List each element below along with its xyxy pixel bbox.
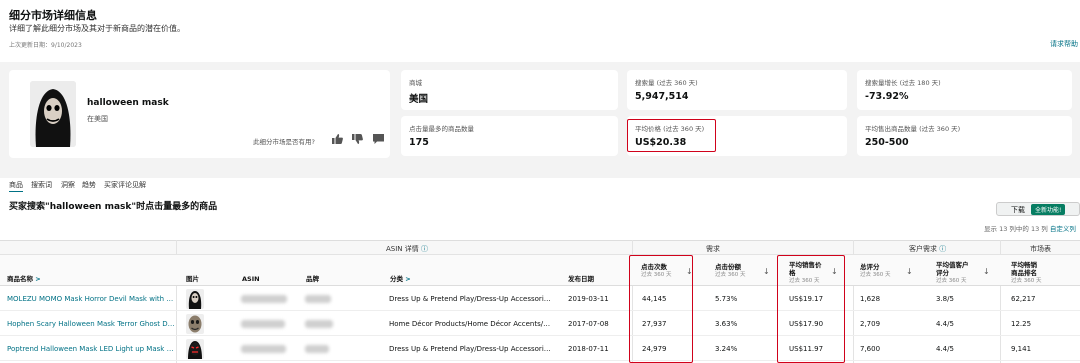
product-thumbnail [186, 314, 204, 334]
asin-redacted [241, 295, 287, 303]
col-category[interactable]: 分类 > [390, 275, 411, 283]
group-demand: 需求 [706, 245, 720, 253]
category-cell: Dress Up & Pretend Play/Dress-Up Accesso… [389, 345, 551, 353]
last-updated: 上次更新日期：9/10/2023 [9, 42, 82, 49]
products-section: 买家搜索"halloween mask"时点击量最多的商品 下载 全新功能! 显… [0, 192, 1080, 363]
tab-insights[interactable]: 洞察 [61, 180, 75, 190]
stat-average-units-sold: 平均售出商品数量 (过去 360 天) 250-500 [857, 116, 1072, 156]
page-title: 细分市场详细信息 [9, 9, 97, 22]
help-link[interactable]: 请求帮助 [1050, 39, 1078, 49]
group-customer-demand: 客户需求 ⓘ [909, 245, 947, 253]
stat-label: 搜索量增长 (过去 180 天) [865, 79, 941, 87]
stat-label: 点击量最多的商品数量 [409, 125, 474, 133]
tab-review-insights[interactable]: 买家评论见解 [104, 180, 146, 190]
thumbs-up-icon[interactable] [331, 133, 344, 145]
useful-question: 此细分市场是否有用? [253, 138, 315, 146]
product-thumbnail [186, 339, 204, 359]
col-avg-rating[interactable]: 平均值客户 评分 过去 360 天 [936, 261, 969, 285]
launch-date-cell: 2018-07-11 [568, 345, 609, 353]
category-cell: Home Décor Products/Home Décor Accents/D… [389, 320, 551, 328]
header: 细分市场详细信息 详细了解此细分市场及其对于新商品的潜在价值。 上次更新日期：9… [0, 0, 1080, 62]
highlight-clicks-column [629, 255, 693, 363]
page-subtitle: 详细了解此细分市场及其对于新商品的潜在价值。 [9, 24, 185, 33]
table-row: Hophen Scary Halloween Mask Terror Ghost… [0, 312, 1080, 336]
column-count: 显示 13 列中的 13 列 自定义列 [984, 223, 1076, 233]
customize-columns-link[interactable]: 自定义列 [1050, 225, 1076, 233]
table-row: Poptrend Halloween Mask LED Light up Mas… [0, 337, 1080, 361]
col-launch-date[interactable]: 发布日期 [568, 275, 594, 283]
asin-redacted [241, 320, 285, 328]
product-image [30, 81, 76, 147]
col-image: 图片 [186, 275, 199, 283]
niche-market: 在美国 [87, 115, 108, 123]
new-feature-badge: 全新功能! [1031, 204, 1066, 215]
sort-arrow-icon[interactable]: ↓ [763, 267, 770, 276]
col-total-reviews[interactable]: 总评分 过去 360 天 [860, 263, 891, 279]
col-brand: 品牌 [306, 275, 319, 283]
thumbs-down-icon[interactable] [351, 133, 364, 145]
highlight-price-column [777, 255, 845, 363]
sort-arrow-icon[interactable]: ↓ [983, 267, 990, 276]
product-name-link[interactable]: Hophen Scary Halloween Mask Terror Ghost… [7, 320, 175, 328]
product-card: halloween mask 在美国 此细分市场是否有用? [9, 70, 390, 158]
products-table: ASIN 详情 ⓘ 需求 客户需求 ⓘ 市场表 商品名称 > 图片 ASIN 品… [0, 240, 1080, 363]
stat-value: 175 [409, 137, 429, 148]
launch-date-cell: 2017-07-08 [568, 320, 609, 328]
comment-icon[interactable] [372, 133, 385, 145]
col-asin: ASIN [242, 275, 260, 283]
avg-bsr-cell: 9,141 [1011, 345, 1032, 353]
product-name-link[interactable]: Poptrend Halloween Mask LED Light up Mas… [7, 345, 175, 353]
product-name-link[interactable]: MOLEZU MOMO Mask Horror Devil Mask with … [7, 295, 175, 303]
col-click-share[interactable]: 点击份额 过去 360 天 [715, 263, 746, 279]
avg-bsr-cell: 62,217 [1011, 295, 1036, 303]
click-share-cell: 5.73% [715, 295, 738, 303]
table-row: MOLEZU MOMO Mask Horror Devil Mask with … [0, 287, 1080, 311]
launch-date-cell: 2019-03-11 [568, 295, 609, 303]
category-cell: Dress Up & Pretend Play/Dress-Up Accesso… [389, 295, 551, 303]
highlight-average-price [627, 119, 716, 152]
stat-label: 平均售出商品数量 (过去 360 天) [865, 125, 961, 133]
column-header-row: 商品名称 > 图片 ASIN 品牌 分类 > 发布日期 点击次数 过去 360 天… [0, 255, 1080, 286]
brand-redacted [305, 295, 331, 303]
tab-products[interactable]: 商品 [9, 180, 23, 192]
avg-bsr-cell: 12.25 [1011, 320, 1032, 328]
section-title: 买家搜索"halloween mask"时点击量最多的商品 [9, 202, 218, 212]
stat-most-clicked-count: 点击量最多的商品数量 175 [401, 116, 618, 156]
download-button[interactable]: 下载 全新功能! [996, 202, 1080, 216]
column-count-text: 显示 13 列中的 13 列 [984, 225, 1048, 233]
stat-value: 250-500 [865, 137, 909, 148]
stat-label: 搜索量 (过去 360 天) [635, 79, 698, 87]
stat-search-growth: 搜索量增长 (过去 180 天) -73.92% [857, 70, 1072, 110]
asin-redacted [241, 345, 286, 353]
total-reviews-cell: 2,709 [860, 320, 881, 328]
stat-marketplace: 商城 美国 [401, 70, 618, 110]
avg-rating-cell: 3.8/5 [936, 295, 954, 303]
group-asin-details: ASIN 详情 ⓘ [386, 245, 428, 253]
avg-rating-cell: 4.4/5 [936, 345, 954, 353]
tab-search-terms[interactable]: 搜索词 [31, 180, 52, 190]
tab-bar: 商品 搜索词 洞察 趋势 买家评论见解 [0, 178, 1080, 192]
stat-value: 5,947,514 [635, 91, 689, 102]
brand-redacted [305, 345, 329, 353]
brand-redacted [305, 320, 333, 328]
avg-rating-cell: 4.4/5 [936, 320, 954, 328]
col-avg-bsr[interactable]: 平均畅销 商品排名 过去 360 天 [1011, 261, 1042, 285]
stat-value: -73.92% [865, 91, 909, 102]
stat-value: 美国 [409, 94, 429, 105]
total-reviews-cell: 1,628 [860, 295, 881, 303]
stat-search-volume: 搜索量 (过去 360 天) 5,947,514 [627, 70, 847, 110]
sort-arrow-icon[interactable]: ↓ [906, 267, 913, 276]
group-header-row: ASIN 详情 ⓘ 需求 客户需求 ⓘ 市场表 [0, 240, 1080, 255]
download-label: 下载 [1011, 206, 1025, 214]
product-thumbnail [186, 289, 204, 309]
tab-trends[interactable]: 趋势 [82, 180, 96, 190]
group-market: 市场表 [1030, 245, 1051, 253]
col-product-name[interactable]: 商品名称 > [7, 275, 41, 283]
click-share-cell: 3.63% [715, 320, 738, 328]
click-share-cell: 3.24% [715, 345, 738, 353]
total-reviews-cell: 7,600 [860, 345, 881, 353]
stat-label: 商城 [409, 79, 422, 87]
niche-name: halloween mask [87, 98, 169, 108]
